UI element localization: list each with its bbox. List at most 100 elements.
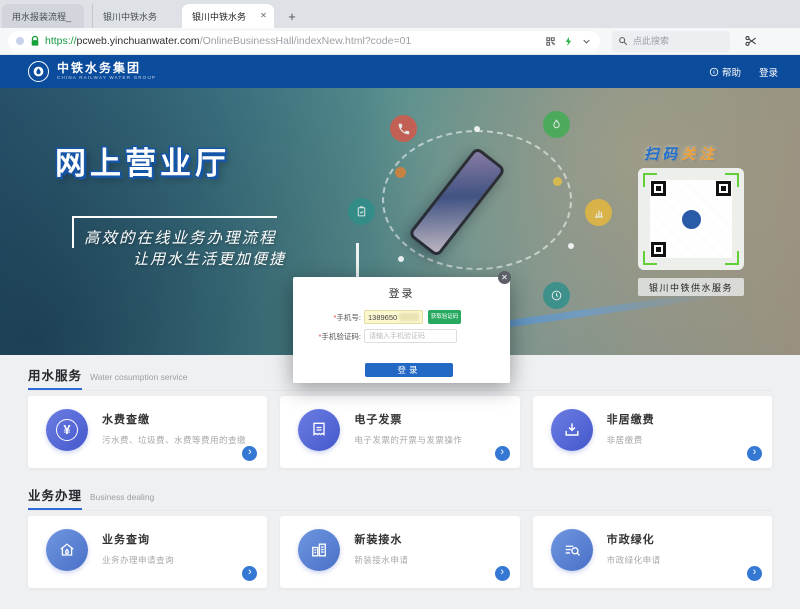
white-dot: [398, 256, 404, 262]
white-dot: [568, 243, 574, 249]
search-input[interactable]: [633, 36, 713, 46]
main-content: 用水服务 Water cosumption service ¥ 水费查缴 污水费…: [0, 355, 800, 609]
code-label-text: 手机验证码:: [321, 332, 361, 341]
section-title: 用水服务: [28, 365, 82, 390]
browser-tab-bar: 用水报装流程_ 银川中铁水务 银川中铁水务 ✕ +: [0, 0, 800, 28]
site-header: 中铁水务集团 CHINA RAILWAY WATER GROUP 帮助 登录: [0, 55, 800, 88]
card-title: 水费查缴: [102, 411, 246, 427]
brand: 中铁水务集团 CHINA RAILWAY WATER GROUP: [57, 62, 156, 81]
qr-bracket: [725, 173, 739, 187]
yuan-icon: ¥: [46, 409, 88, 451]
get-code-button[interactable]: 获取验证码: [428, 310, 461, 324]
scan-follow-title: 扫码关注: [644, 143, 718, 164]
qr-grid-icon[interactable]: [545, 36, 556, 47]
card-row-water: ¥ 水费查缴 污水费、垃圾费、水费等费用的查缴 › 电子发票 电子发票的开票与发…: [28, 396, 772, 468]
header-login-link[interactable]: 登录: [759, 65, 778, 79]
card-new-connection[interactable]: 新装接水 新装接水申请 ›: [280, 516, 519, 588]
phone-input[interactable]: 1389650: [364, 310, 423, 324]
qr-bracket: [643, 173, 657, 187]
browser-toolbar: https://pcweb.yinchuanwater.com/OnlineBu…: [0, 28, 800, 55]
chevron-right-icon[interactable]: ›: [495, 566, 510, 581]
qr-center-logo: [680, 208, 703, 231]
chevron-right-icon[interactable]: ›: [747, 446, 762, 461]
clipboard-check-icon: [348, 198, 375, 225]
card-title: 新装接水: [354, 531, 408, 547]
section-title: 个人服务: [28, 605, 82, 609]
brand-name-en: CHINA RAILWAY WATER GROUP: [57, 75, 156, 81]
chevron-down-icon[interactable]: [581, 36, 592, 47]
section-subtitle: Water cosumption service: [90, 372, 187, 382]
chevron-right-icon[interactable]: ›: [242, 446, 257, 461]
info-icon: [709, 67, 719, 77]
qr-code-image: [650, 180, 732, 258]
qr-code-panel: [638, 168, 744, 270]
login-submit-button[interactable]: 登录: [365, 363, 453, 377]
water-drop-icon: [543, 111, 570, 138]
crw-logo-icon: [28, 61, 49, 82]
chevron-right-icon[interactable]: ›: [747, 566, 762, 581]
clock-icon: [543, 282, 570, 309]
buildings-icon: [298, 529, 340, 571]
tray-download-icon: [551, 409, 593, 451]
url-path: /OnlineBusinessHall/indexNew.html?code=0…: [200, 35, 412, 47]
card-row-business: 业务查询 业务办理申请查询 › 新装接水 新装接水申请 › 市政绿化 市政绿化申…: [28, 516, 772, 588]
tab-label: 用水报装流程_: [12, 10, 71, 23]
tab-label: 银川中铁水务: [103, 10, 157, 23]
section-subtitle: Business dealing: [90, 492, 154, 502]
login-modal: ✕ 登录 *手机号: 1389650 获取验证码 *手机验证码: 登录: [293, 277, 510, 383]
code-label: *手机验证码:: [293, 331, 361, 342]
qr-bracket: [643, 251, 657, 265]
card-desc: 电子发票的开票与发票操作: [354, 434, 462, 446]
hero-title: 网上营业厅: [55, 138, 230, 183]
qr-bracket: [725, 251, 739, 265]
card-desc: 业务办理申请查询: [102, 554, 174, 566]
scan-label: 扫码: [644, 147, 681, 163]
phone-value: 1389650: [368, 313, 397, 322]
card-business-query[interactable]: 业务查询 业务办理申请查询 ›: [28, 516, 267, 588]
tab-close-icon[interactable]: ✕: [258, 10, 269, 21]
phone-label-text: 手机号:: [336, 313, 361, 322]
card-desc: 市政绿化申请: [607, 554, 661, 566]
card-desc: 非居缴费: [607, 434, 655, 446]
bar-chart-icon: [585, 199, 612, 226]
section-header-personal: 个人服务 Personal service: [28, 605, 772, 609]
help-link[interactable]: 帮助: [709, 65, 741, 79]
browser-tab-1[interactable]: 用水报装流程_: [2, 4, 84, 28]
yellow-dot: [553, 177, 562, 186]
card-title: 非居缴费: [607, 411, 655, 427]
browser-tab-active[interactable]: 银川中铁水务 ✕: [182, 4, 274, 28]
new-tab-button[interactable]: +: [280, 6, 304, 28]
card-water-fee[interactable]: ¥ 水费查缴 污水费、垃圾费、水费等费用的查缴 ›: [28, 396, 267, 468]
orange-dot: [395, 167, 406, 178]
lightning-icon[interactable]: [563, 36, 574, 47]
search-icon: [618, 36, 628, 46]
tab-label: 银川中铁水务: [192, 10, 246, 23]
hero-subtitle-2: 让用水生活更加便捷: [133, 248, 286, 269]
card-non-resident[interactable]: 非居缴费 非居缴费 ›: [533, 396, 772, 468]
verification-code-input[interactable]: [364, 329, 457, 343]
qr-caption: 银川中铁供水服务: [638, 278, 744, 296]
modal-close-icon[interactable]: ✕: [498, 271, 511, 284]
card-title: 业务查询: [102, 531, 174, 547]
help-label: 帮助: [722, 65, 741, 79]
lock-icon: [30, 35, 40, 47]
scissors-icon[interactable]: [744, 34, 758, 48]
card-desc: 新装接水申请: [354, 554, 408, 566]
site-icon: [16, 37, 24, 45]
modal-title: 登录: [293, 277, 510, 301]
card-title: 电子发票: [354, 411, 462, 427]
card-desc: 污水费、垃圾费、水费等费用的查缴: [102, 434, 246, 446]
phone-call-icon: [390, 115, 417, 142]
chevron-right-icon[interactable]: ›: [242, 566, 257, 581]
browser-tab-2[interactable]: 银川中铁水务: [92, 4, 176, 28]
redacted-digits: [399, 313, 419, 321]
card-e-invoice[interactable]: 电子发票 电子发票的开票与发票操作 ›: [280, 396, 519, 468]
card-municipal-greening[interactable]: 市政绿化 市政绿化申请 ›: [533, 516, 772, 588]
url-text: https://pcweb.yinchuanwater.com/OnlineBu…: [45, 35, 539, 47]
section-header-business: 业务办理 Business dealing: [28, 485, 772, 511]
address-bar[interactable]: https://pcweb.yinchuanwater.com/OnlineBu…: [8, 31, 600, 52]
chevron-right-icon[interactable]: ›: [495, 446, 510, 461]
browser-search-box[interactable]: [612, 31, 730, 52]
home-water-icon: [46, 529, 88, 571]
login-label: 登录: [759, 65, 778, 79]
